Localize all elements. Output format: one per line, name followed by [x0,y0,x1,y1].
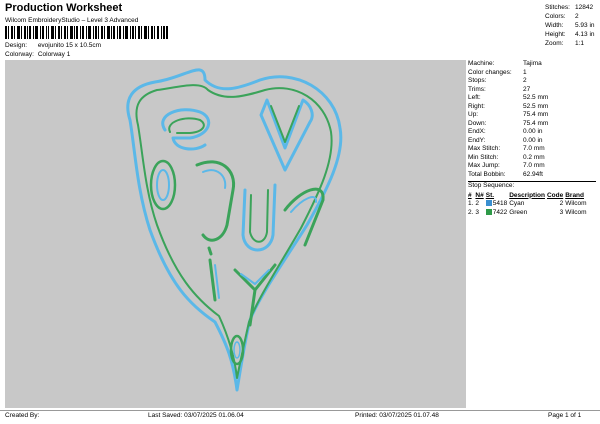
design-stats: Stitches: 12842 Colors: 2 Width: 5.93 in He… [545,3,595,48]
stat-width: Width: 5.93 in [545,22,595,29]
footer-divider [0,410,600,411]
table-header-row: # N# St. Description Code Brand [468,191,584,199]
stat-stitches: Stitches: 12842 [545,4,594,11]
design-label: Design: [5,42,28,49]
detail-row: Min Stitch: 0.2 mm [468,153,545,161]
colorway-label: Colorway: [5,51,34,58]
detail-row: Down: 75.4 mm [468,119,549,127]
detail-row: Color changes: 1 [468,68,527,76]
stat-zoom: Zoom: 1:1 [545,40,585,47]
detail-row: EndX: 0.00 in [468,128,543,135]
colorway-value: Colorway 1 [37,51,71,58]
design-value: evojunito 15 x 10.5cm [37,42,102,49]
detail-row: Left: 52.5 mm [468,94,549,101]
embroidery-heart-design [126,68,343,392]
software-subtitle: Wilcom EmbroideryStudio – Level 3 Advanc… [5,17,139,24]
detail-row: EndY: 0.00 in [468,136,543,144]
stat-height: Height: 4.13 in [545,31,595,38]
last-saved: Last Saved: 03/07/2025 01.06.04 [148,412,244,419]
machine-details-panel: Machine: Tajima Color changes: 1 Stops: 2 T… [468,60,596,217]
stat-colors: Colors: 2 [545,13,579,20]
detail-row: Right: 52.5 mm [468,102,549,110]
printed-date: Printed: 03/07/2025 01.07.48 [355,412,439,419]
colorway-row: Colorway: Colorway 1 [5,51,70,58]
detail-row: Total Bobbin: 62.94ft [468,170,543,178]
stop-sequence-table: # N# St. Description Code Brand 1. 2 541… [468,192,589,218]
cyan-swatch [485,200,492,206]
detail-row: Up: 75.4 mm [468,111,549,118]
created-by: Created By: [5,412,40,419]
detail-row: Trims: 27 [468,85,531,93]
stop-sequence-heading: Stop Sequence: [468,182,515,189]
page-number: Page 1 of 1 [548,412,582,419]
detail-row: Max Jump: 7.0 mm [468,162,545,169]
detail-row: Stops: 2 [468,77,527,84]
detail-row: Max Stitch: 7.0 mm [468,145,545,152]
table-row: 2. 3 7422 Green 3 Wilcom [468,208,587,216]
detail-row: Machine: Tajima [468,60,542,67]
green-swatch [485,208,492,215]
design-row: Design: evojunito 15 x 10.5cm [5,42,101,49]
barcode [5,26,168,39]
design-preview-canvas [5,60,466,408]
worksheet-title: Production Worksheet [5,2,123,14]
table-row: 1. 2 5418 Cyan 2 Wilcom [468,200,587,207]
